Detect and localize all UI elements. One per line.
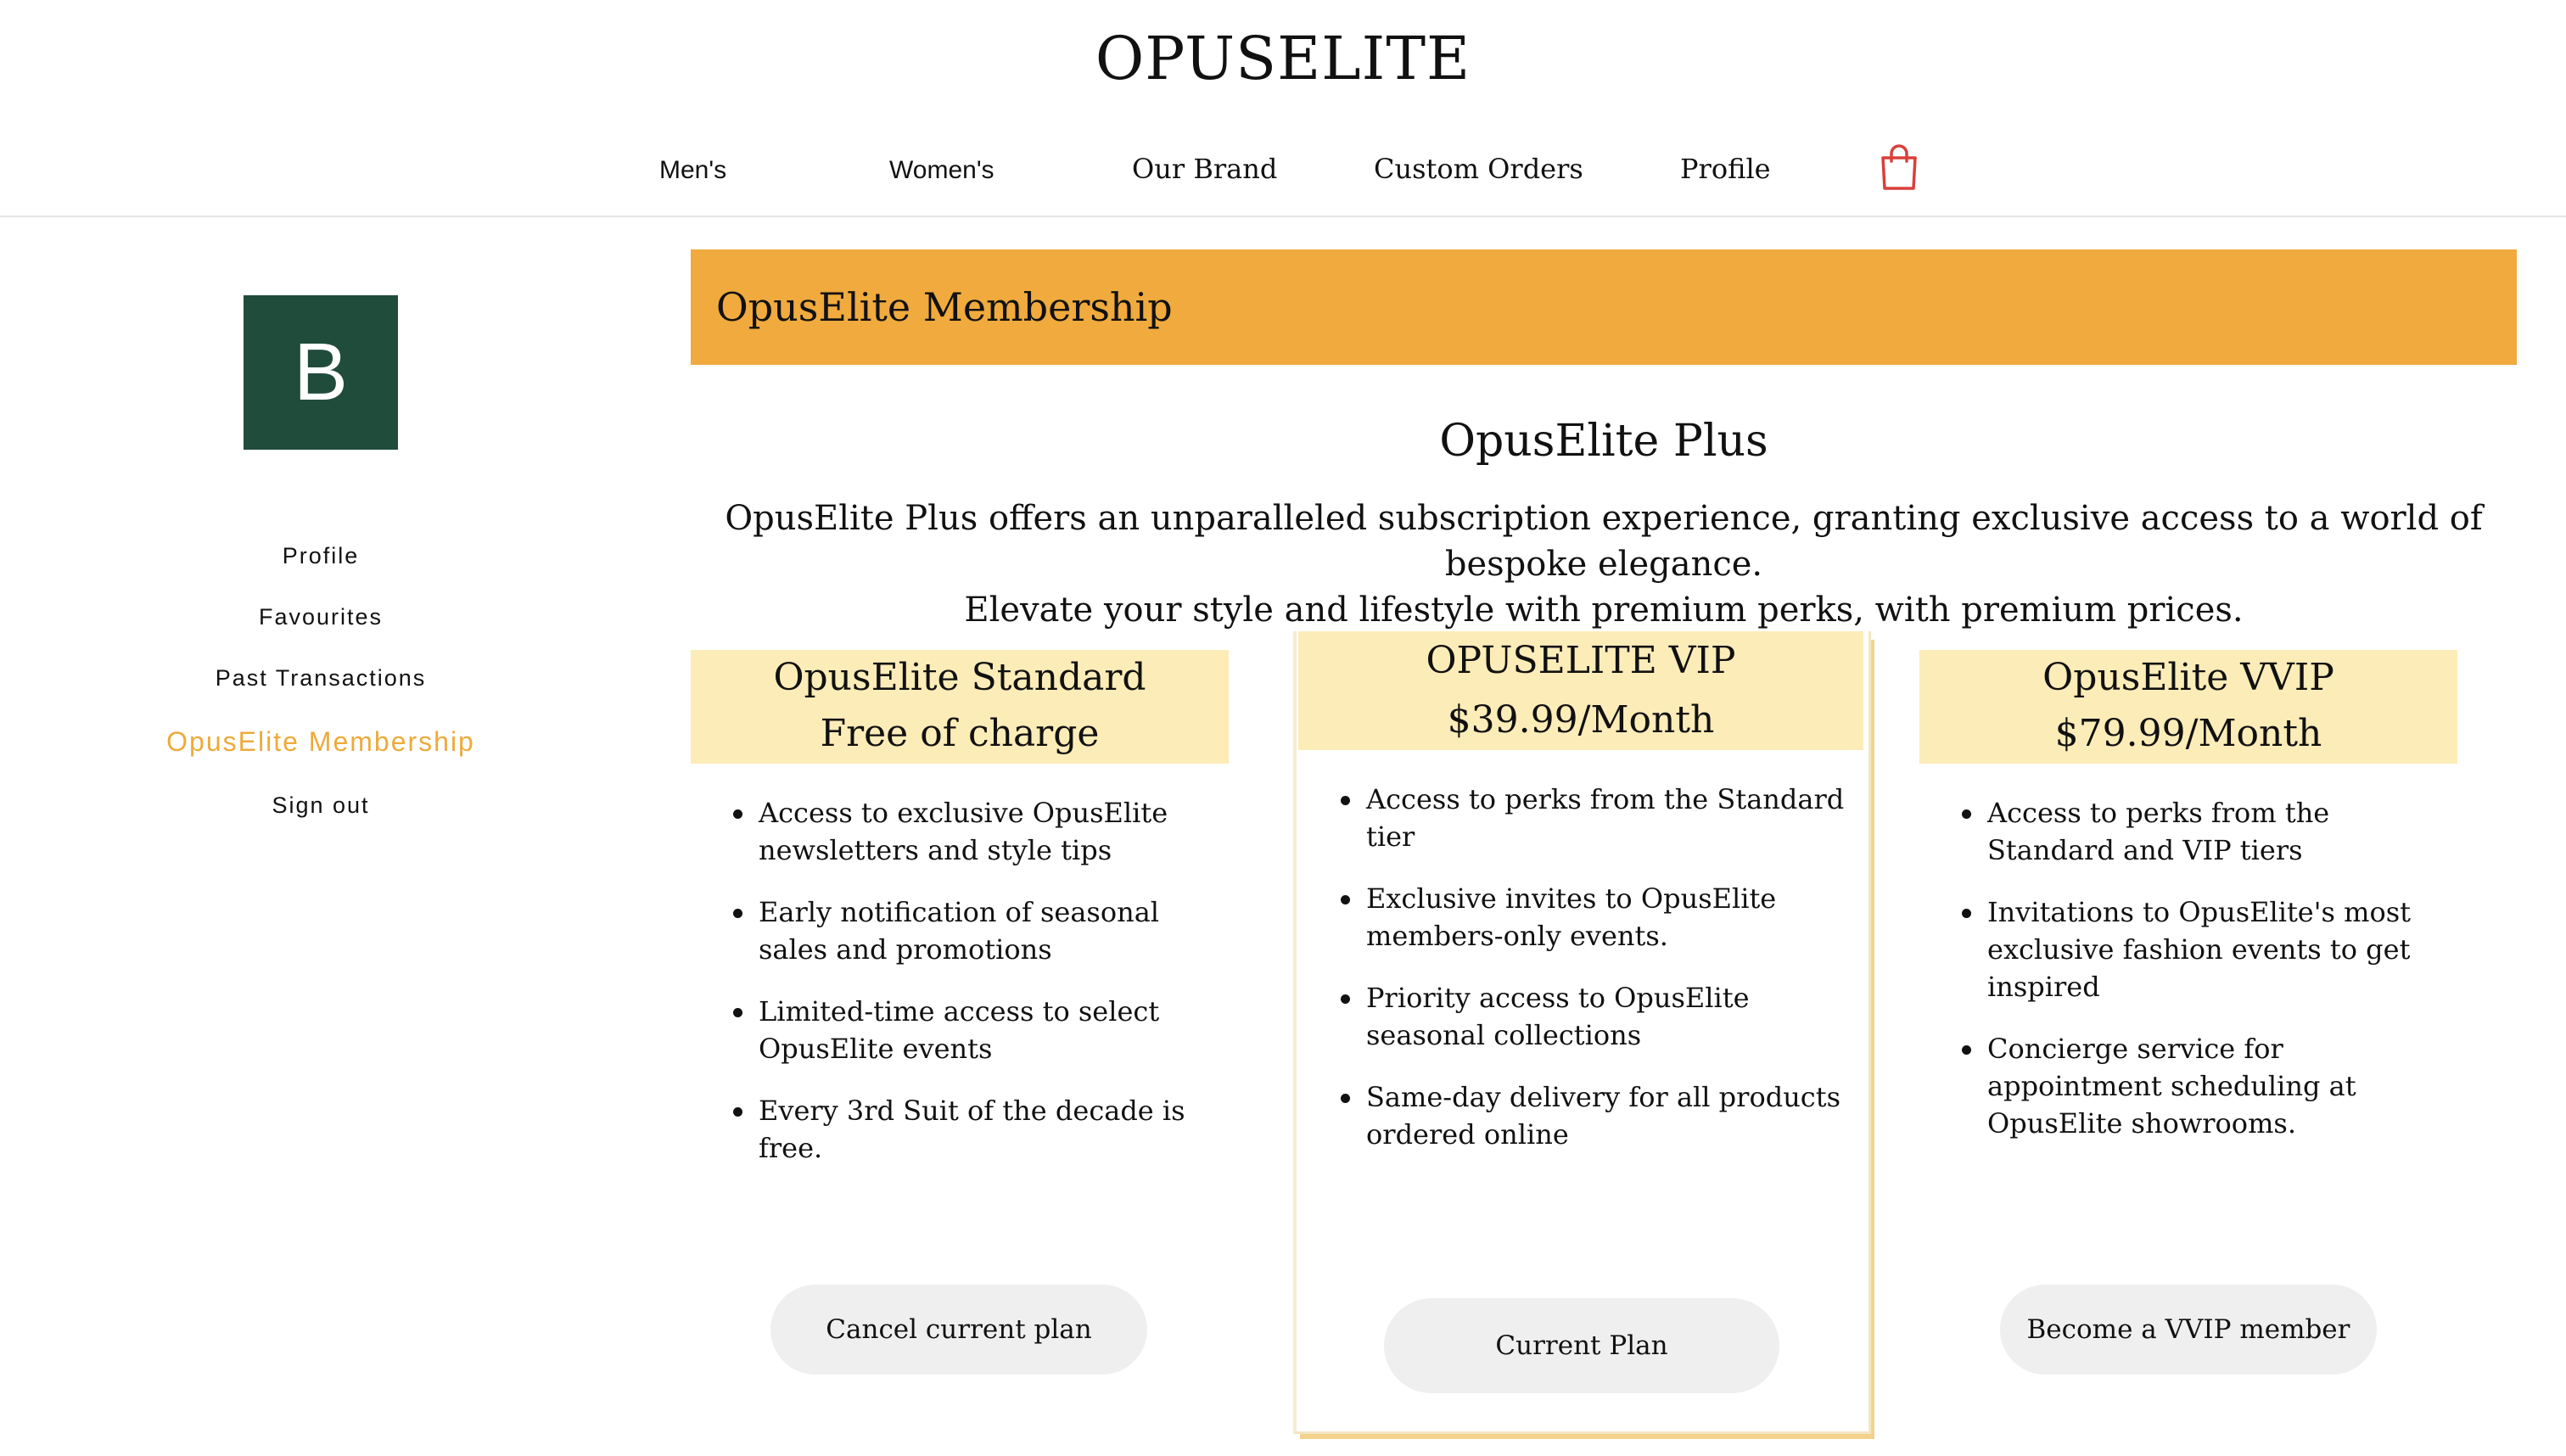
- section-description: OpusElite Plus offers an unparalleled su…: [691, 496, 2517, 633]
- perk-list: Access to exclusive OpusElite newsletter…: [691, 794, 1229, 1167]
- nav-our-brand[interactable]: Our Brand: [1132, 153, 1277, 185]
- plan-header: OpusElite Standard Free of charge: [691, 650, 1229, 764]
- main-nav: Men's Women's Our Brand Custom Orders Pr…: [0, 153, 2566, 204]
- nav-custom-orders[interactable]: Custom Orders: [1374, 153, 1583, 185]
- plan-header: OpusElite VVIP $79.99/Month: [1919, 650, 2457, 764]
- perk-item: Exclusive invites to OpusElite members-o…: [1298, 880, 1863, 955]
- plan-name: OPUSELITE VIP: [1426, 639, 1736, 682]
- header-divider: [0, 216, 2566, 217]
- cancel-plan-button[interactable]: Cancel current plan: [770, 1285, 1147, 1375]
- perk-item: Every 3rd Suit of the decade is free.: [691, 1092, 1229, 1167]
- sidebar-item-favourites[interactable]: Favourites: [0, 604, 642, 630]
- plan-price: $79.99/Month: [2054, 712, 2322, 755]
- sidebar-item-sign-out[interactable]: Sign out: [0, 792, 642, 819]
- avatar: B: [244, 295, 398, 450]
- perk-list: Access to perks from the Standard tier E…: [1298, 781, 1863, 1153]
- perk-item: Invitations to OpusElite's most exclusiv…: [1919, 893, 2457, 1005]
- perk-item: Access to exclusive OpusElite newsletter…: [691, 794, 1229, 869]
- plan-header: OPUSELITE VIP $39.99/Month: [1298, 631, 1863, 750]
- membership-banner: OpusElite Membership: [691, 249, 2517, 365]
- banner-title: OpusElite Membership: [716, 284, 1173, 330]
- brand-logo[interactable]: OPUSELITE: [0, 24, 2566, 93]
- perk-item: Early notification of seasonal sales and…: [691, 893, 1229, 968]
- sidebar-item-past-transactions[interactable]: Past Transactions: [0, 665, 642, 692]
- plan-card-standard: OpusElite Standard Free of charge Access…: [691, 650, 1229, 1191]
- shopping-bag-icon[interactable]: [1880, 144, 1919, 192]
- perk-item: Access to perks from the Standard tier: [1298, 781, 1863, 855]
- perk-item: Limited-time access to select OpusElite …: [691, 993, 1229, 1067]
- nav-profile[interactable]: Profile: [1680, 153, 1771, 185]
- perk-item: Access to perks from the Standard and VI…: [1919, 794, 2457, 869]
- section-title: OpusElite Plus: [1439, 416, 1768, 467]
- perk-item: Concierge service for appointment schedu…: [1919, 1030, 2457, 1142]
- nav-mens[interactable]: Men's: [659, 156, 726, 185]
- plan-price: $39.99/Month: [1447, 698, 1715, 742]
- nav-womens[interactable]: Women's: [889, 156, 994, 185]
- current-plan-button[interactable]: Current Plan: [1384, 1298, 1779, 1393]
- become-vvip-button[interactable]: Become a VVIP member: [2000, 1285, 2377, 1375]
- perk-list: Access to perks from the Standard and VI…: [1919, 794, 2457, 1142]
- sidebar-item-membership[interactable]: OpusElite Membership: [0, 726, 642, 758]
- plan-name: OpusElite Standard: [773, 656, 1146, 699]
- perk-item: Same-day delivery for all products order…: [1298, 1078, 1863, 1153]
- plan-name: OpusElite VVIP: [2042, 656, 2334, 699]
- perk-item: Priority access to OpusElite seasonal co…: [1298, 979, 1863, 1054]
- description-line-2: Elevate your style and lifestyle with pr…: [964, 591, 2244, 630]
- plan-price: Free of charge: [820, 712, 1100, 755]
- description-line-1: OpusElite Plus offers an unparalleled su…: [725, 499, 2483, 584]
- plan-card-vip: OPUSELITE VIP $39.99/Month Access to per…: [1298, 631, 1863, 1178]
- plan-card-vvip: OpusElite VVIP $79.99/Month Access to pe…: [1919, 650, 2457, 1167]
- sidebar-item-profile[interactable]: Profile: [0, 543, 642, 569]
